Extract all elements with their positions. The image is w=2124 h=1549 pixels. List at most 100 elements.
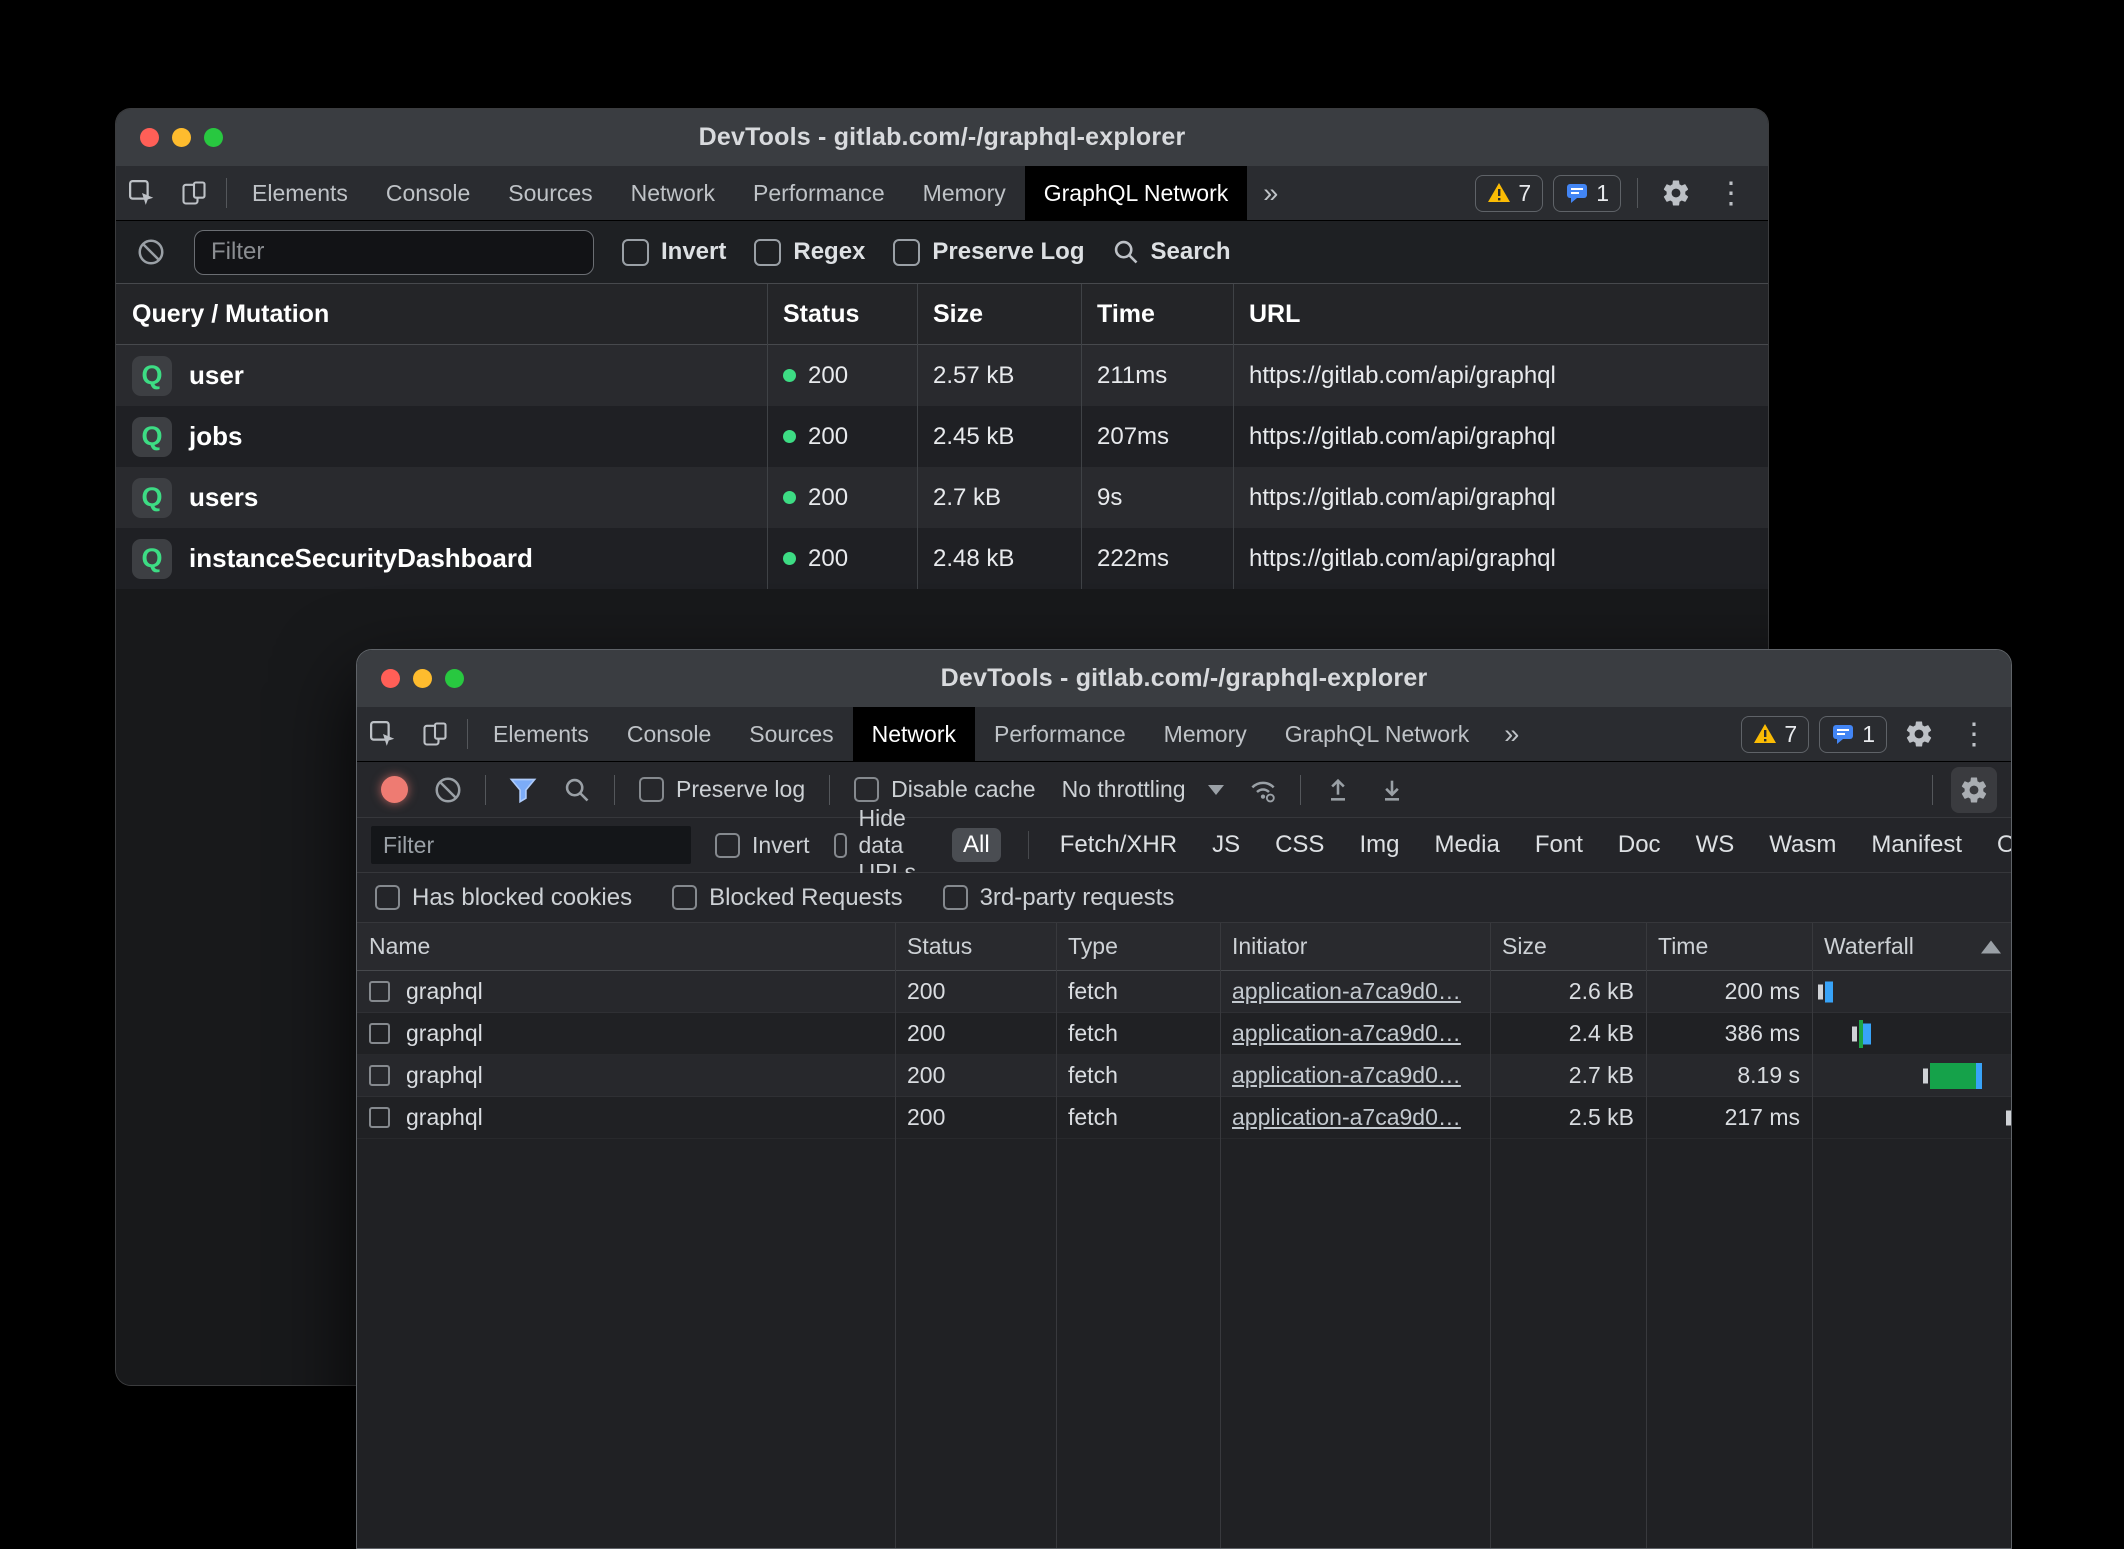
settings-gear-icon[interactable] (1654, 171, 1698, 215)
record-button[interactable] (371, 767, 417, 813)
column-divider[interactable] (1646, 923, 1647, 1548)
row-checkbox[interactable] (369, 981, 390, 1002)
tab-graphql-network[interactable]: GraphQL Network (1025, 166, 1248, 220)
titlebar[interactable]: DevTools - gitlab.com/-/graphql-explorer (116, 109, 1768, 166)
tab-sources[interactable]: Sources (730, 707, 852, 761)
throttling-dropdown[interactable]: No throttling (1054, 776, 1232, 803)
export-har-icon[interactable] (1369, 767, 1415, 813)
column-divider[interactable] (1490, 923, 1491, 1548)
zoom-window-button[interactable] (204, 128, 223, 147)
initiator-link[interactable]: application-a7ca9d0… (1232, 978, 1461, 1005)
settings-gear-icon[interactable] (1897, 712, 1941, 756)
kebab-menu-icon[interactable]: ⋮ (1951, 717, 1997, 752)
column-header-query-mutation[interactable]: Query / Mutation (116, 284, 767, 344)
preserve-log-checkbox[interactable] (893, 239, 920, 266)
device-toolbar-icon[interactable] (409, 707, 461, 761)
column-divider[interactable] (917, 284, 918, 589)
network-filter-input[interactable] (371, 826, 691, 864)
request-row[interactable]: graphql 200 fetch application-a7ca9d0… 2… (357, 1055, 2011, 1097)
network-settings-gear-icon[interactable] (1951, 767, 1997, 813)
column-header-name[interactable]: Name (357, 923, 895, 970)
table-header-row[interactable]: Name Status Type Initiator Size Time Wat… (357, 923, 2011, 971)
issues-badge[interactable]: 1 (1819, 716, 1887, 753)
request-row[interactable]: graphql 200 fetch application-a7ca9d0… 2… (357, 1013, 2011, 1055)
tab-network[interactable]: Network (612, 166, 734, 220)
blocked-requests-checkbox[interactable] (672, 885, 697, 910)
disable-cache-checkbox[interactable] (854, 777, 879, 802)
column-divider[interactable] (1233, 284, 1234, 589)
minimize-window-button[interactable] (172, 128, 191, 147)
has-blocked-cookies-checkbox[interactable] (375, 885, 400, 910)
chip-manifest[interactable]: Manifest (1867, 828, 1966, 862)
table-row[interactable]: Q jobs 200 2.45 kB 207ms https://gitlab.… (116, 406, 1768, 467)
request-row[interactable]: graphql 200 fetch application-a7ca9d0… 2… (357, 1097, 2011, 1139)
kebab-menu-icon[interactable]: ⋮ (1708, 176, 1754, 211)
chip-all[interactable]: All (952, 828, 1001, 862)
initiator-link[interactable]: application-a7ca9d0… (1232, 1062, 1461, 1089)
table-row[interactable]: Q instanceSecurityDashboard 200 2.48 kB … (116, 528, 1768, 589)
chip-css[interactable]: CSS (1271, 828, 1328, 862)
clear-icon[interactable] (425, 767, 471, 813)
has-blocked-cookies-row[interactable]: Has blocked cookies (375, 884, 632, 912)
warnings-badge[interactable]: 7 (1475, 175, 1543, 212)
blocked-requests-row[interactable]: Blocked Requests (672, 884, 902, 912)
inspect-element-icon[interactable] (116, 166, 168, 220)
regex-checkbox[interactable] (754, 239, 781, 266)
network-conditions-icon[interactable] (1240, 767, 1286, 813)
column-header-time[interactable]: Time (1646, 923, 1812, 970)
titlebar[interactable]: DevTools - gitlab.com/-/graphql-explorer (357, 650, 2011, 707)
invert-checkbox[interactable] (622, 239, 649, 266)
tab-elements[interactable]: Elements (474, 707, 608, 761)
close-window-button[interactable] (140, 128, 159, 147)
column-header-status[interactable]: Status (895, 923, 1056, 970)
search-control[interactable]: Search (1112, 238, 1230, 266)
initiator-link[interactable]: application-a7ca9d0… (1232, 1020, 1461, 1047)
column-divider[interactable] (1056, 923, 1057, 1548)
column-header-time[interactable]: Time (1081, 284, 1233, 344)
chip-img[interactable]: Img (1355, 828, 1403, 862)
clear-icon[interactable] (136, 237, 166, 267)
column-divider[interactable] (1081, 284, 1082, 589)
tab-network[interactable]: Network (853, 707, 975, 761)
chip-doc[interactable]: Doc (1614, 828, 1665, 862)
column-header-size[interactable]: Size (1490, 923, 1646, 970)
import-har-icon[interactable] (1315, 767, 1361, 813)
waterfall-cell[interactable] (1812, 1097, 2011, 1138)
chip-js[interactable]: JS (1208, 828, 1244, 862)
chip-other[interactable]: Other (1993, 828, 2012, 862)
initiator-link[interactable]: application-a7ca9d0… (1232, 1104, 1461, 1131)
issues-badge[interactable]: 1 (1553, 175, 1621, 212)
waterfall-cell[interactable] (1812, 1013, 2011, 1054)
tab-console[interactable]: Console (367, 166, 489, 220)
tab-memory[interactable]: Memory (904, 166, 1025, 220)
filter-funnel-icon[interactable] (500, 767, 546, 813)
invert-checkbox-row[interactable]: Invert (622, 238, 726, 266)
tab-console[interactable]: Console (608, 707, 730, 761)
hide-data-urls-checkbox[interactable] (834, 833, 847, 858)
column-header-status[interactable]: Status (767, 284, 917, 344)
column-header-initiator[interactable]: Initiator (1220, 923, 1490, 970)
table-row[interactable]: Q user 200 2.57 kB 211ms https://gitlab.… (116, 345, 1768, 406)
close-window-button[interactable] (381, 669, 400, 688)
preserve-log-checkbox[interactable] (639, 777, 664, 802)
zoom-window-button[interactable] (445, 669, 464, 688)
disable-cache-row[interactable]: Disable cache (854, 776, 1035, 803)
column-header-type[interactable]: Type (1056, 923, 1220, 970)
table-row[interactable]: Q users 200 2.7 kB 9s https://gitlab.com… (116, 467, 1768, 528)
waterfall-cell[interactable] (1812, 971, 2011, 1012)
column-header-waterfall[interactable]: Waterfall (1812, 923, 2011, 970)
row-checkbox[interactable] (369, 1023, 390, 1044)
inspect-element-icon[interactable] (357, 707, 409, 761)
more-tabs-icon[interactable]: » (1247, 178, 1294, 209)
minimize-window-button[interactable] (413, 669, 432, 688)
column-header-url[interactable]: URL (1233, 284, 1768, 344)
tab-graphql-network[interactable]: GraphQL Network (1266, 707, 1489, 761)
regex-checkbox-row[interactable]: Regex (754, 238, 865, 266)
tab-memory[interactable]: Memory (1145, 707, 1266, 761)
row-checkbox[interactable] (369, 1065, 390, 1086)
tab-sources[interactable]: Sources (489, 166, 611, 220)
column-header-size[interactable]: Size (917, 284, 1081, 344)
filter-input[interactable] (194, 230, 594, 275)
warnings-badge[interactable]: 7 (1741, 716, 1809, 753)
third-party-requests-checkbox[interactable] (943, 885, 968, 910)
